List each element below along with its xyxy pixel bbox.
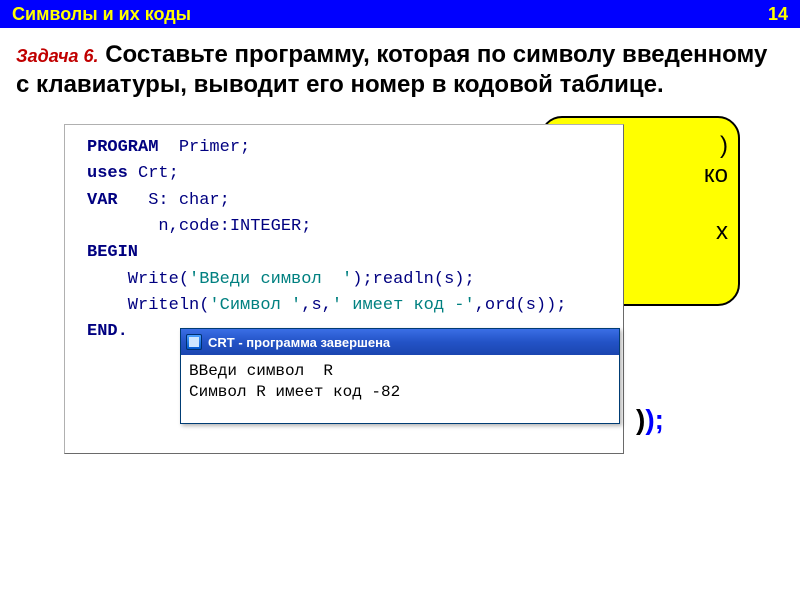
program-name: Primer; [158,138,250,157]
var-n: n,code:INTEGER; [87,217,311,236]
content-stage: ) ко х PROGRAM Primer; uses Crt; VAR S: … [0,106,800,546]
app-icon [186,334,202,350]
keyword-uses: uses [87,164,128,183]
code-text: ,ord(s)); [475,296,567,315]
console-line: ВВеди символ R [189,362,333,380]
string-literal: ' имеет код -' [332,296,475,315]
keyword-end: END. [87,322,128,341]
task-statement: Задача 6. Составьте программу, которая п… [0,28,800,106]
code-text: ,s, [301,296,332,315]
slide-page-number: 14 [768,4,788,25]
task-text: Составьте программу, которая по символу … [16,41,767,98]
crt-output-window: CRT - программа завершена ВВеди символ R… [180,328,620,424]
keyword-program: PROGRAM [87,138,158,157]
writeln-call: Writeln( [87,296,209,315]
task-label: Задача 6. [16,46,99,66]
slide-header: Символы и их коды 14 [0,0,800,28]
write-call: Write( [87,270,189,289]
var-s: S: char; [118,191,230,210]
string-literal: 'Символ ' [209,296,301,315]
crt-titlebar[interactable]: CRT - программа завершена [181,329,619,355]
overflow-code-fragment: )); [636,404,664,436]
write-tail: );readln(s); [352,270,474,289]
console-line: Символ R имеет код -82 [189,383,400,401]
tail-blue: ); [645,404,664,435]
keyword-var: VAR [87,191,118,210]
slide-title: Символы и их коды [12,4,191,25]
string-literal: 'ВВеди символ ' [189,270,352,289]
uses-value: Crt; [128,164,179,183]
keyword-begin: BEGIN [87,243,138,262]
crt-window-title: CRT - программа завершена [208,335,390,350]
tail-black: ) [636,404,645,435]
crt-console-output: ВВеди символ R Символ R имеет код -82 [181,355,619,423]
